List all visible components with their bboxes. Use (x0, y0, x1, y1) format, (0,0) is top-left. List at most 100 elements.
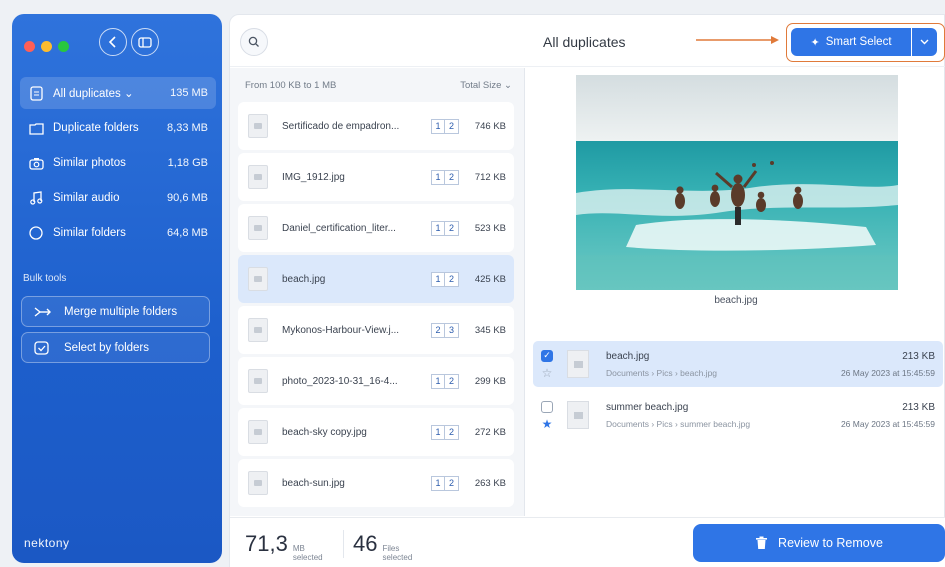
brand-logo: nektony (24, 536, 70, 550)
sidebar-item-label: Similar audio (53, 192, 120, 204)
file-name: beach-sky copy.jpg (282, 426, 367, 438)
file-icon (248, 165, 268, 189)
copy-row[interactable]: ★ summer beach.jpg Documents › Pics › su… (533, 392, 943, 438)
row-controls: ✓ ☆ (539, 349, 555, 379)
sidebar-item-size: 8,33 MB (167, 122, 208, 134)
divider (343, 530, 344, 558)
copy-info: summer beach.jpg Documents › Pics › summ… (606, 402, 841, 429)
select-by-folders-button[interactable]: Select by folders (21, 332, 210, 363)
copy-size: 213 KB (902, 350, 935, 362)
trash-icon (756, 536, 768, 549)
selected-files-stat: 46 Files selected (353, 531, 412, 562)
duplicates-list: From 100 KB to 1 MB Total Size ⌄ Sertifi… (230, 68, 525, 516)
merge-arrow-icon (34, 306, 52, 318)
star-outline-icon[interactable]: ☆ (542, 367, 553, 379)
duplicate-copies: ✓ ☆ beach.jpg Documents › Pics › beach.j… (533, 341, 943, 443)
file-name: Sertificado de empadron... (282, 120, 400, 132)
nav-buttons (99, 28, 159, 56)
file-size: 299 KB (474, 375, 506, 387)
sidebar-list: All duplicates ⌄ 135 MB Duplicate folder… (20, 77, 216, 252)
list-item[interactable]: photo_2023-10-31_16-4... 12 299 KB (238, 357, 514, 405)
sidebar-item-duplicate-folders[interactable]: Duplicate folders 8,33 MB (20, 112, 216, 144)
folder-icon (28, 120, 44, 136)
file-rows: Sertificado de empadron... 12 746 KB IMG… (230, 102, 524, 507)
file-icon (248, 114, 268, 138)
sidebar-item-size: 1,18 GB (167, 157, 208, 169)
document-icon (28, 85, 44, 101)
close-window-button[interactable] (24, 41, 35, 52)
sidebar-item-size: 90,6 MB (167, 192, 208, 204)
row-controls: ★ (539, 400, 555, 430)
file-name: Daniel_certification_liter... (282, 222, 396, 234)
list-item[interactable]: beach-sun.jpg 12 263 KB (238, 459, 514, 507)
review-to-remove-button[interactable]: Review to Remove (693, 524, 945, 562)
checkbox[interactable] (541, 400, 553, 413)
file-icon (248, 318, 268, 342)
copy-name: beach.jpg (606, 350, 650, 362)
file-name: beach-sun.jpg (282, 477, 345, 489)
list-item[interactable]: beach-sky copy.jpg 12 272 KB (238, 408, 514, 456)
list-item[interactable]: Mykonos-Harbour-View.j... 23 345 KB (238, 306, 514, 354)
list-item[interactable]: IMG_1912.jpg 12 712 KB (238, 153, 514, 201)
window-controls (24, 41, 69, 52)
file-name: IMG_1912.jpg (282, 171, 345, 183)
preview-caption: beach.jpg (714, 295, 758, 306)
sidebar-item-all-duplicates[interactable]: All duplicates ⌄ 135 MB (20, 77, 216, 109)
page-title: All duplicates (543, 34, 626, 50)
smart-select-highlight: ✦ Smart Select (786, 23, 945, 62)
checkbox-checked[interactable]: ✓ (541, 349, 553, 362)
sidebar-item-similar-audio[interactable]: Similar audio 90,6 MB (20, 182, 216, 214)
copy-count: 12 (431, 118, 459, 134)
minimize-window-button[interactable] (41, 41, 52, 52)
smart-select-button[interactable]: ✦ Smart Select (791, 28, 911, 56)
camera-icon (28, 155, 44, 171)
size-filter[interactable]: From 100 KB to 1 MB (245, 80, 336, 91)
list-header: From 100 KB to 1 MB Total Size ⌄ (230, 68, 524, 102)
back-button[interactable] (99, 28, 127, 56)
copy-count: 23 (431, 322, 459, 338)
bulk-tools-heading: Bulk tools (23, 273, 67, 284)
list-item[interactable]: Daniel_certification_liter... 12 523 KB (238, 204, 514, 252)
copy-date: 26 May 2023 at 15:45:59 (840, 418, 935, 429)
zoom-window-button[interactable] (58, 41, 69, 52)
copy-count: 12 (431, 475, 459, 491)
copy-count: 12 (431, 424, 459, 440)
sidebar: All duplicates ⌄ 135 MB Duplicate folder… (12, 14, 222, 563)
file-size: 425 KB (474, 273, 506, 285)
star-filled-icon[interactable]: ★ (542, 418, 553, 430)
sidebar-toggle-button[interactable] (131, 28, 159, 56)
sidebar-item-label: Duplicate folders (53, 122, 139, 134)
copy-path: Documents › Pics › summer beach.jpg (606, 418, 751, 429)
sort-dropdown[interactable]: Total Size ⌄ (460, 80, 512, 91)
copy-count: 12 (431, 220, 459, 236)
sidebar-item-similar-folders[interactable]: Similar folders 64,8 MB (20, 217, 216, 249)
smart-select-dropdown-button[interactable] (912, 28, 937, 56)
selected-files-unit: Files selected (382, 544, 413, 562)
sidebar-item-size: 135 MB (170, 87, 208, 99)
search-icon (248, 36, 259, 47)
list-item[interactable]: Sertificado de empadron... 12 746 KB (238, 102, 514, 150)
sparkle-icon: ✦ (810, 36, 820, 49)
copy-meta: 213 KB 26 May 2023 at 15:45:59 (841, 351, 943, 378)
music-icon (28, 190, 44, 206)
copy-count: 12 (431, 271, 459, 287)
merge-folders-button[interactable]: Merge multiple folders (21, 296, 210, 327)
chevron-down-icon (920, 39, 929, 45)
sidebar-item-similar-photos[interactable]: Similar photos 1,18 GB (20, 147, 216, 179)
chevron-left-icon (108, 36, 116, 48)
main-panel: All duplicates ✦ Smart Select From 100 K… (229, 14, 945, 567)
toolbar: All duplicates ✦ Smart Select (230, 15, 945, 67)
copy-size: 213 KB (902, 401, 935, 413)
file-icon (248, 369, 268, 393)
selected-size-stat: 71,3 MB selected (245, 531, 323, 562)
selected-size-value: 71,3 (245, 531, 288, 556)
copy-count: 12 (431, 373, 459, 389)
list-item-selected[interactable]: beach.jpg 12 425 KB (238, 255, 514, 303)
smart-select-label: Smart Select (825, 36, 892, 48)
sidebar-item-label: All duplicates ⌄ (53, 88, 134, 100)
merge-folders-label: Merge multiple folders (64, 305, 178, 318)
copy-row-selected[interactable]: ✓ ☆ beach.jpg Documents › Pics › beach.j… (533, 341, 943, 387)
sidebar-item-size: 64,8 MB (167, 227, 208, 239)
review-to-remove-label: Review to Remove (778, 536, 883, 550)
search-button[interactable] (240, 28, 268, 56)
